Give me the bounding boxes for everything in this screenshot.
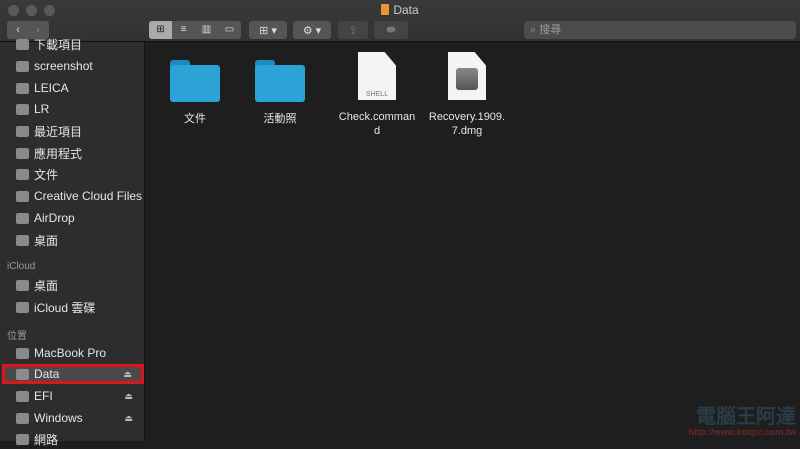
cloud-icon	[16, 301, 29, 313]
sidebar-item-label: LEICA	[34, 81, 69, 95]
folder-icon	[16, 190, 29, 202]
sidebar-item[interactable]: Windows ⏏	[0, 408, 145, 428]
sidebar-item-label: EFI	[34, 389, 53, 403]
desktop-icon	[16, 279, 29, 291]
drive-icon	[381, 4, 390, 15]
sidebar-item[interactable]: 桌面	[0, 230, 145, 250]
sidebar-item[interactable]: AirDrop	[0, 208, 145, 228]
search-icon: ⌕	[530, 24, 540, 36]
eject-icon[interactable]: ⏏	[124, 413, 133, 424]
eject-icon[interactable]: ⏏	[123, 369, 132, 380]
sidebar-item-label: 文件	[34, 167, 59, 182]
disk-icon	[16, 390, 29, 402]
watermark-logo: 電腦王阿達 http://www.kocpc.com.tw	[688, 406, 796, 437]
sidebar-item-label: 最近項目	[34, 124, 83, 139]
shell-script-icon: SHELL	[358, 52, 396, 100]
share-button[interactable]: ⇪	[338, 21, 368, 39]
sidebar-item[interactable]: iCloud 雲碟	[0, 297, 145, 317]
tag-button[interactable]: ⬬	[374, 21, 408, 39]
laptop-icon	[16, 347, 29, 359]
sidebar-item[interactable]: screenshot	[0, 56, 145, 76]
sidebar-item-label: screenshot	[34, 59, 93, 73]
eject-icon[interactable]: ⏏	[124, 391, 133, 402]
sidebar-item-label: 下載項目	[34, 37, 83, 52]
sidebar-item-label: 桌面	[34, 278, 59, 293]
folder-icon	[16, 103, 29, 115]
folder-icon	[170, 60, 220, 102]
view-switcher: ⊞ ≡ ▥ ▭	[149, 21, 241, 39]
sidebar-item[interactable]: EFI ⏏	[0, 386, 145, 406]
folder-icon	[255, 60, 305, 102]
sidebar-item-label: 網路	[34, 432, 59, 447]
sidebar-item[interactable]: 應用程式	[0, 143, 145, 163]
sidebar-item[interactable]: LEICA	[0, 78, 145, 98]
sidebar-item-label: 應用程式	[34, 146, 83, 161]
gallery-view-button[interactable]: ▭	[218, 21, 241, 39]
sidebar-item[interactable]: 網路	[0, 429, 145, 449]
folder-icon	[16, 82, 29, 94]
file-name: 文件	[184, 113, 206, 125]
sidebar-item-label: Windows	[34, 411, 83, 425]
column-view-button[interactable]: ▥	[195, 21, 218, 39]
file-item[interactable]: 活動照	[235, 60, 325, 126]
file-name: 活動照	[263, 113, 297, 125]
sidebar-item-label: iCloud 雲碟	[34, 300, 96, 315]
desktop-icon	[16, 234, 29, 246]
disk-image-icon	[448, 52, 486, 100]
sidebar-item-label: Creative Cloud Files	[34, 189, 143, 203]
section-header-icloud: iCloud	[7, 261, 36, 272]
file-item[interactable]: SHELL Check.command	[332, 52, 422, 138]
folder-icon	[16, 60, 29, 72]
sidebar-item-label: LR	[34, 102, 50, 116]
sidebar-item[interactable]: 最近項目	[0, 121, 145, 141]
sidebar-item-label: MacBook Pro	[34, 346, 107, 360]
window-title: Data	[0, 3, 800, 17]
sidebar-item[interactable]: Data ⏏	[2, 364, 144, 384]
network-icon	[16, 433, 29, 445]
action-button[interactable]: ⚙ ▾	[293, 21, 331, 39]
icon-view-button[interactable]: ⊞	[149, 21, 172, 39]
sidebar-item[interactable]: MacBook Pro	[0, 343, 145, 363]
sidebar-item[interactable]: 桌面	[0, 275, 145, 295]
recents-icon	[16, 125, 29, 137]
file-name: Recovery.1909.7.dmg	[428, 111, 506, 137]
file-item[interactable]: Recovery.1909.7.dmg	[422, 52, 512, 138]
documents-icon	[16, 168, 29, 180]
disk-icon	[16, 368, 29, 380]
sidebar-item-label: AirDrop	[34, 211, 75, 225]
sidebar-item-label: 桌面	[34, 233, 59, 248]
airdrop-icon	[16, 212, 29, 224]
applications-icon	[16, 147, 29, 159]
sidebar-item[interactable]: 文件	[0, 164, 145, 184]
sidebar: 下載項目 screenshot LEICA LR 最近項目應用程式文件 Creative …	[0, 38, 145, 447]
search-input[interactable]: ⌕ 搜尋	[524, 21, 796, 39]
list-view-button[interactable]: ≡	[172, 21, 195, 39]
section-header-locations: 位置	[7, 331, 27, 342]
sidebar-item[interactable]: LR	[0, 99, 145, 119]
downloads-icon	[16, 38, 29, 50]
file-name: Check.command	[338, 111, 416, 137]
file-item[interactable]: 文件	[150, 60, 240, 126]
group-button[interactable]: ⊞ ▾	[249, 21, 287, 39]
sidebar-item-label: Data	[34, 367, 60, 381]
disk-icon	[16, 412, 29, 424]
sidebar-item[interactable]: 下載項目	[0, 34, 145, 54]
sidebar-item[interactable]: Creative Cloud Files	[0, 186, 145, 206]
